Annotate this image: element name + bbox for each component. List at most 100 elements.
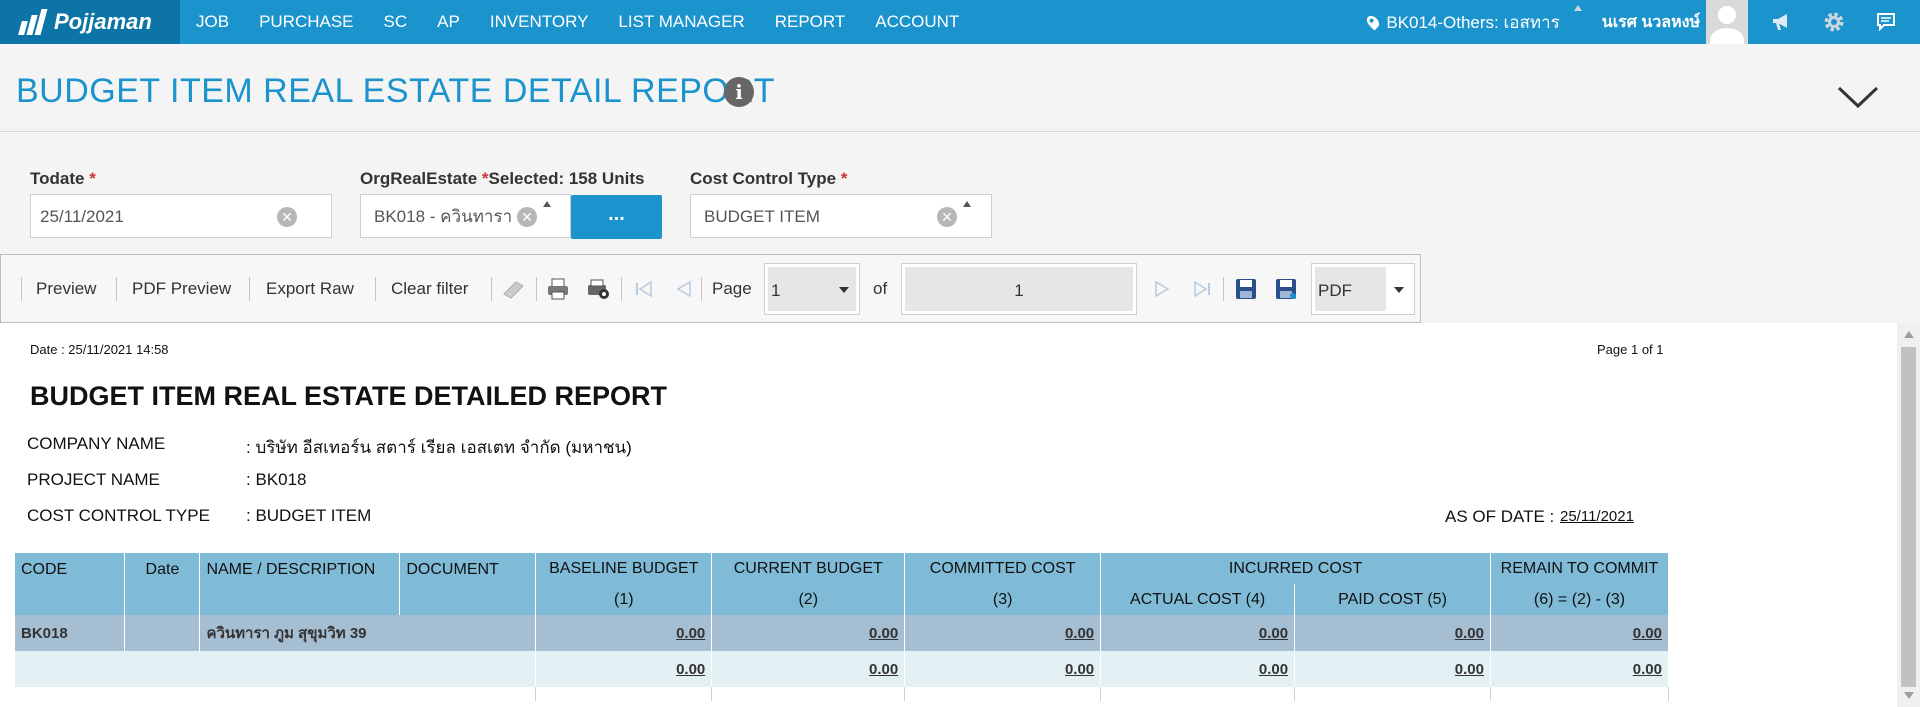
clear-todate-icon[interactable]: ✕ [277, 207, 297, 227]
col-header-incurred: INCURRED COST [1100, 553, 1491, 584]
print-icon[interactable] [545, 277, 571, 301]
brand-logo[interactable]: Pojjaman [0, 0, 180, 44]
scroll-up-icon[interactable] [1904, 331, 1914, 338]
last-page-icon[interactable] [1189, 277, 1215, 301]
prev-page-icon[interactable] [671, 277, 697, 301]
cell-empty [711, 687, 906, 701]
org-value: BK018 - ควินทารา ... [374, 207, 532, 226]
logo-mark-icon [18, 9, 48, 35]
first-page-icon[interactable] [631, 277, 657, 301]
menu-job[interactable]: JOB [180, 0, 244, 44]
info-icon[interactable]: i [724, 77, 754, 107]
report-scrollbar[interactable] [1897, 323, 1920, 707]
caret-up-icon [1573, 4, 1582, 11]
clear-cost-type-icon[interactable]: ✕ [937, 207, 957, 227]
page-select-value: 1 [771, 281, 781, 300]
caret-up-icon [963, 201, 971, 207]
col-sub-baseline: (1) [535, 584, 713, 615]
megaphone-icon[interactable] [1756, 0, 1808, 44]
clear-org-icon[interactable]: ✕ [517, 207, 537, 227]
cell-empty [1490, 687, 1670, 701]
cell-baseline: 0.00 [535, 651, 713, 687]
pdf-preview-button[interactable]: PDF Preview [132, 279, 231, 299]
cell-paid: 0.00 [1294, 651, 1491, 687]
toolbar-divider [21, 277, 22, 301]
save-as-icon[interactable] [1273, 277, 1299, 301]
col-header-current: CURRENT BUDGET [711, 553, 906, 584]
dropdown-arrow-icon [839, 287, 849, 293]
print-settings-icon[interactable] [585, 277, 611, 301]
table-row: 0.00 0.00 0.00 0.00 0.00 0.00 [15, 651, 1670, 687]
col-header-name: NAME / DESCRIPTION [199, 553, 401, 615]
cell-baseline: 0.00 [535, 615, 713, 651]
cell-current: 0.00 [711, 651, 906, 687]
report-title: BUDGET ITEM REAL ESTATE DETAILED REPORT [30, 381, 668, 411]
toolbar-divider [375, 277, 376, 301]
of-label: of [873, 279, 888, 298]
menu-inventory[interactable]: INVENTORY [475, 0, 604, 44]
cost-type-select[interactable]: BUDGET ITEM ✕ [690, 194, 992, 238]
org-select[interactable]: BK018 - ควินทารา ... ✕ [360, 194, 571, 238]
toolbar-divider [249, 277, 250, 301]
menu-ap[interactable]: AP [422, 0, 475, 44]
user-name[interactable]: นเรศ นวลหงษ์ [1602, 10, 1700, 35]
cell-empty [1294, 687, 1491, 701]
next-page-icon[interactable] [1149, 277, 1175, 301]
location-selector[interactable]: BK014-Others: เอสทาร [1364, 4, 1582, 36]
company-value: : บริษัท อีสเทอร์น สตาร์ เรียล เอสเตท จำ… [246, 438, 632, 457]
project-label: PROJECT NAME [27, 470, 160, 489]
cell-remain: 0.00 [1490, 651, 1670, 687]
menu-list-manager[interactable]: LIST MANAGER [603, 0, 759, 44]
nav-right: BK014-Others: เอสทาร นเรศ นวลหงษ์ [1364, 0, 1920, 44]
clear-filter-button[interactable]: Clear filter [391, 279, 468, 299]
total-pages-box: 1 [901, 263, 1137, 315]
main-menu: JOB PURCHASE SC AP INVENTORY LIST MANAGE… [180, 0, 974, 44]
toolbar-divider [491, 277, 492, 301]
menu-account[interactable]: ACCOUNT [860, 0, 974, 44]
as-of-date-value: 25/11/2021 [1560, 508, 1634, 525]
scroll-down-icon[interactable] [1904, 692, 1914, 699]
todate-value: 25/11/2021 [40, 207, 124, 226]
chat-icon[interactable] [1860, 0, 1912, 44]
export-format-select[interactable]: PDF [1311, 263, 1415, 315]
cell-empty [535, 687, 713, 701]
scroll-thumb[interactable] [1901, 347, 1916, 687]
total-pages-value: 1 [1014, 281, 1024, 300]
chevron-down-icon[interactable] [1836, 84, 1880, 110]
toolbar-divider [536, 277, 537, 301]
menu-sc[interactable]: SC [369, 0, 423, 44]
export-format-value: PDF [1318, 281, 1352, 300]
cell-actual: 0.00 [1100, 615, 1296, 651]
avatar[interactable] [1706, 0, 1748, 44]
menu-report[interactable]: REPORT [760, 0, 861, 44]
report-page-info: Page 1 of 1 [1597, 342, 1664, 357]
cell-empty [904, 687, 1102, 701]
cost-control-value: : BUDGET ITEM [246, 506, 372, 525]
table-row: BK018 ควินทารา ภูม สุขุมวิท 39 0.00 0.00… [15, 615, 1670, 651]
save-icon[interactable] [1233, 277, 1259, 301]
title-bar: BUDGET ITEM REAL ESTATE DETAIL REPORT i [0, 44, 1920, 132]
eraser-icon[interactable] [501, 277, 527, 301]
preview-button[interactable]: Preview [36, 279, 96, 299]
col-header-paid: PAID COST (5) [1294, 584, 1491, 615]
col-header-code: CODE [15, 553, 126, 615]
menu-purchase[interactable]: PURCHASE [244, 0, 368, 44]
report-date: Date : 25/11/2021 14:58 [30, 342, 169, 357]
org-browse-button[interactable]: ... [571, 195, 662, 239]
todate-label: Todate * [30, 169, 96, 188]
project-value: : BK018 [246, 470, 307, 489]
toolbar-divider [1223, 277, 1224, 301]
todate-field[interactable]: 25/11/2021 ✕ [30, 194, 332, 238]
as-of-date-label: AS OF DATE : [1445, 507, 1555, 526]
page-label: Page [712, 279, 752, 298]
toolbar-divider [116, 277, 117, 301]
cost-control-label: COST CONTROL TYPE [27, 506, 210, 525]
caret-up-icon [543, 201, 551, 207]
report-viewer: Date : 25/11/2021 14:58 Page 1 of 1 BUDG… [0, 323, 1897, 707]
toolbar-divider [701, 277, 702, 301]
export-raw-button[interactable]: Export Raw [266, 279, 354, 299]
page-title: BUDGET ITEM REAL ESTATE DETAIL REPORT [16, 72, 776, 110]
page-select[interactable]: 1 [764, 263, 860, 315]
toolbar-divider [621, 277, 622, 301]
gear-icon[interactable] [1808, 0, 1860, 44]
